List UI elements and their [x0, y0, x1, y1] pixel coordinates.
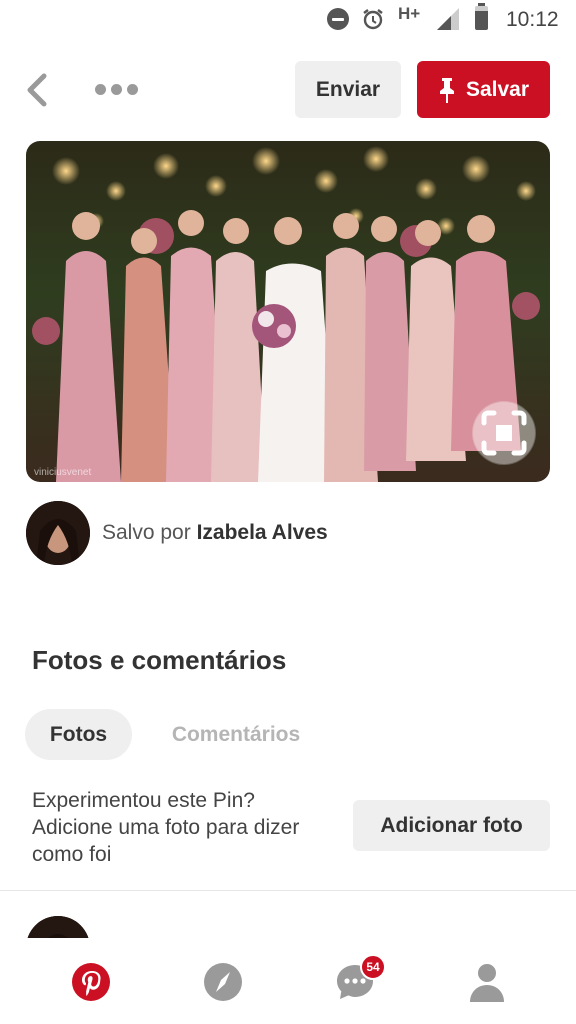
try-pin-line: Experimentou este Pin? — [32, 789, 255, 812]
person-icon[interactable] — [467, 962, 507, 1002]
try-pin-line: como foi — [32, 843, 112, 866]
tab-comentarios[interactable]: Comentários — [152, 709, 320, 760]
saved-by-text: Salvo por Izabela Alves — [102, 521, 328, 545]
add-photo-button[interactable]: Adicionar foto — [353, 800, 550, 851]
try-pin-prompt: Experimentou este Pin? Adicione uma foto… — [32, 787, 332, 868]
save-button[interactable]: Salvar — [417, 61, 550, 118]
saver-name[interactable]: Izabela Alves — [197, 521, 328, 544]
section-title: Fotos e comentários — [32, 645, 287, 675]
signal-icon — [437, 8, 459, 30]
compass-icon[interactable] — [203, 962, 243, 1002]
saved-by-prefix: Salvo por — [102, 521, 191, 544]
image-watermark: viniciusvenet — [34, 467, 91, 478]
divider — [0, 890, 576, 891]
save-button-label: Salvar — [465, 77, 530, 101]
do-not-disturb-icon — [327, 8, 349, 30]
pinterest-logo-icon[interactable] — [71, 962, 111, 1002]
add-photo-label: Adicionar foto — [380, 813, 523, 837]
send-button[interactable]: Enviar — [295, 61, 401, 118]
more-options-icon[interactable] — [95, 84, 139, 96]
tab-fotos[interactable]: Fotos — [25, 709, 132, 760]
try-pin-line: Adicione uma foto para dizer — [32, 816, 300, 839]
alarm-icon — [363, 9, 383, 30]
clock: 10:12 — [506, 8, 559, 31]
saver-avatar[interactable] — [26, 501, 90, 565]
send-button-label: Enviar — [315, 77, 381, 101]
network-type: H+ — [398, 4, 421, 23]
messages-badge: 54 — [360, 954, 386, 980]
back-arrow-icon[interactable] — [22, 72, 50, 108]
battery-icon — [475, 3, 488, 30]
pushpin-icon — [439, 77, 454, 103]
visual-search-icon[interactable] — [472, 401, 536, 465]
status-bar: H+ 10:12 — [0, 0, 576, 40]
bottom-nav — [0, 938, 576, 1024]
